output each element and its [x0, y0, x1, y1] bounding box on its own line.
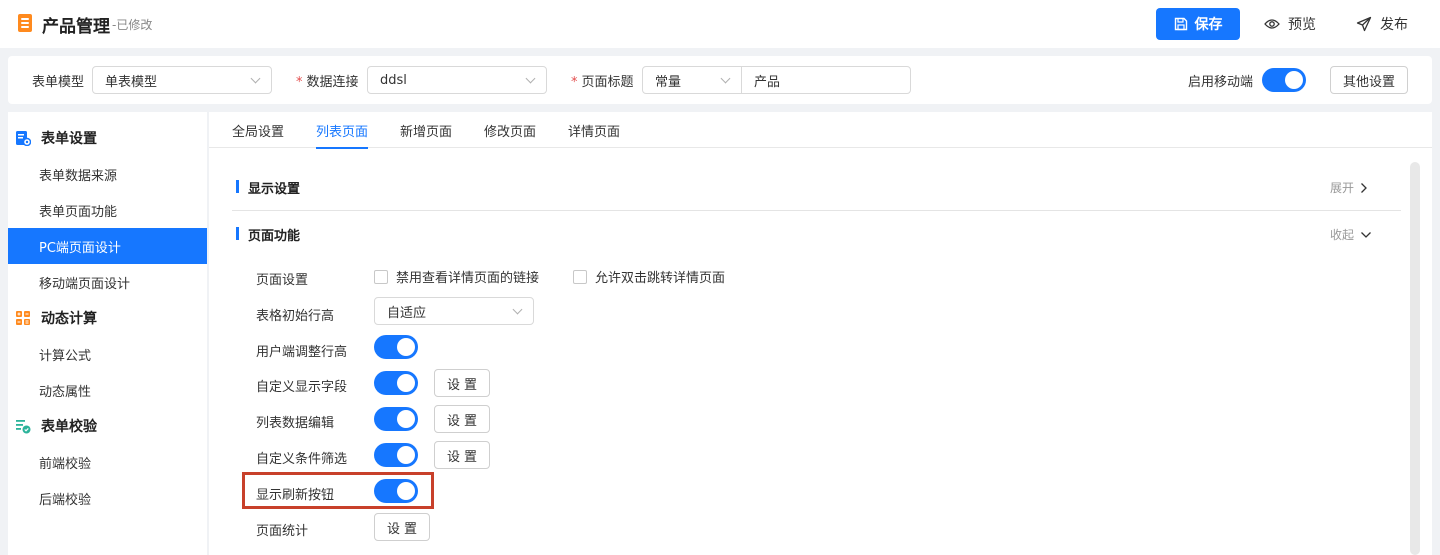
document-icon [18, 14, 32, 32]
mobile-toggle[interactable] [1262, 68, 1306, 92]
publish-button[interactable]: 发布 [1356, 8, 1408, 40]
page-title-input[interactable]: 产品 [741, 66, 911, 94]
section-display-title: 显示设置 [236, 178, 300, 197]
collapse-toggle[interactable]: 收起 [1330, 226, 1372, 243]
save-button[interactable]: 保存 [1156, 8, 1240, 40]
app-header: 产品管理 -已修改 保存 预览 发布 [0, 0, 1440, 48]
data-conn-label-text: 数据连接 [306, 75, 359, 90]
list-edit-label: 列表数据编辑 [256, 416, 335, 431]
expand-toggle[interactable]: 展开 [1330, 179, 1368, 196]
chevron-down-icon [250, 73, 261, 84]
sidebar-group-form-settings: 表单设置 [8, 120, 207, 156]
preview-button[interactable]: 预览 [1264, 8, 1316, 40]
collapse-label: 收起 [1330, 228, 1355, 242]
user-adjust-label: 用户端调整行高 [256, 345, 348, 360]
scrollbar[interactable] [1410, 162, 1420, 555]
save-icon [1174, 17, 1187, 31]
tab-add-page[interactable]: 新增页面 [400, 112, 452, 148]
chevron-down-icon [525, 73, 536, 84]
checklist-icon [15, 418, 31, 434]
sidebar-item-mobile-design[interactable]: 移动端页面设计 [8, 264, 207, 300]
refresh-button-label: 显示刷新按钮 [256, 488, 335, 503]
section-divider [232, 210, 1401, 211]
chevron-right-icon [1361, 182, 1367, 193]
custom-filter-settings-button[interactable]: 设置 [434, 441, 490, 469]
sidebar-group-validation: 表单校验 [8, 408, 207, 444]
checkbox-box [374, 269, 388, 284]
page-stats-settings-button[interactable]: 设置 [374, 513, 430, 541]
eye-icon [1264, 19, 1280, 29]
sidebar-item-data-source[interactable]: 表单数据来源 [8, 156, 207, 192]
tab-edit-page[interactable]: 修改页面 [484, 112, 536, 148]
data-conn-label: * 数据连接 [296, 71, 359, 90]
sidebar-item-backend-validation[interactable]: 后端校验 [8, 480, 207, 516]
preview-label: 预览 [1288, 17, 1316, 33]
row-height-value: 自适应 [387, 305, 427, 321]
page-stats-label: 页面统计 [256, 524, 309, 539]
page-title-label-text: 页面标题 [581, 75, 634, 90]
sidebar-item-pc-design[interactable]: PC端页面设计 [8, 228, 207, 264]
main-panel: 全局设置 列表页面 新增页面 修改页面 详情页面 显示设置 展开 页面功能 收起… [209, 112, 1432, 555]
sidebar-item-formula[interactable]: 计算公式 [8, 336, 207, 372]
user-adjust-toggle[interactable] [374, 335, 418, 359]
row-height-select[interactable]: 自适应 [374, 297, 534, 325]
form-settings-icon [15, 130, 32, 147]
page-title: 产品管理 [42, 17, 110, 37]
data-conn-select[interactable]: ddsl [367, 66, 547, 94]
sidebar-group-dynamic-calc: 动态计算 [8, 300, 207, 336]
sidebar-group-label: 表单设置 [41, 131, 97, 147]
tab-list-page[interactable]: 列表页面 [316, 112, 369, 149]
allow-dblclick-checkbox[interactable]: 允许双击跳转详情页面 [573, 267, 725, 286]
sidebar-item-page-function[interactable]: 表单页面功能 [8, 192, 207, 228]
sidebar-group-label: 动态计算 [41, 311, 97, 327]
publish-label: 发布 [1380, 17, 1408, 33]
sidebar: 表单设置 表单数据来源 表单页面功能 PC端页面设计 移动端页面设计 动态计算 … [8, 112, 207, 555]
refresh-button-toggle[interactable] [374, 479, 418, 503]
required-mark: * [571, 75, 578, 90]
list-edit-settings-button[interactable]: 设置 [434, 405, 490, 433]
config-bar: 表单模型 单表模型 * 数据连接 ddsl * 页面标题 常量 产品 启用移动端 其… [8, 56, 1432, 104]
chevron-down-icon [512, 304, 523, 315]
tab-global-settings[interactable]: 全局设置 [232, 112, 284, 148]
expand-label: 展开 [1330, 181, 1355, 195]
disable-detail-link-checkbox[interactable]: 禁用查看详情页面的链接 [374, 267, 539, 286]
mobile-label: 启用移动端 [1188, 75, 1254, 90]
checkbox-label: 允许双击跳转详情页面 [595, 271, 726, 286]
tab-bar: 全局设置 列表页面 新增页面 修改页面 详情页面 [209, 112, 1432, 149]
custom-fields-label: 自定义显示字段 [256, 380, 348, 395]
data-conn-value: ddsl [380, 72, 407, 88]
other-settings-button[interactable]: 其他设置 [1330, 66, 1408, 94]
form-model-label: 表单模型 [32, 75, 85, 90]
checkbox-box [573, 269, 587, 284]
calculator-icon [15, 310, 31, 326]
page-title-label: * 页面标题 [571, 71, 634, 90]
chevron-down-icon [720, 73, 731, 84]
row-height-label: 表格初始行高 [256, 309, 335, 324]
custom-filter-toggle[interactable] [374, 443, 418, 467]
custom-fields-settings-button[interactable]: 设置 [434, 369, 490, 397]
sidebar-group-label: 表单校验 [41, 419, 97, 435]
tab-detail-page[interactable]: 详情页面 [568, 112, 620, 148]
custom-filter-label: 自定义条件筛选 [256, 452, 348, 467]
section-function-title: 页面功能 [236, 225, 300, 244]
chevron-down-icon [1361, 231, 1371, 238]
page-title-type-value: 常量 [655, 74, 682, 90]
modified-status: -已修改 [112, 18, 153, 32]
form-model-select[interactable]: 单表模型 [92, 66, 272, 94]
custom-fields-toggle[interactable] [374, 371, 418, 395]
required-mark: * [296, 75, 303, 90]
sidebar-item-dynamic-attr[interactable]: 动态属性 [8, 372, 207, 408]
page-title-type-select[interactable]: 常量 [642, 66, 742, 94]
list-edit-toggle[interactable] [374, 407, 418, 431]
page-title-input-value: 产品 [754, 74, 781, 90]
save-label: 保存 [1194, 17, 1223, 33]
checkbox-label: 禁用查看详情页面的链接 [396, 271, 540, 286]
page-settings-label: 页面设置 [256, 273, 309, 288]
sidebar-item-frontend-validation[interactable]: 前端校验 [8, 444, 207, 480]
send-icon [1356, 16, 1372, 32]
form-model-value: 单表模型 [105, 74, 158, 90]
